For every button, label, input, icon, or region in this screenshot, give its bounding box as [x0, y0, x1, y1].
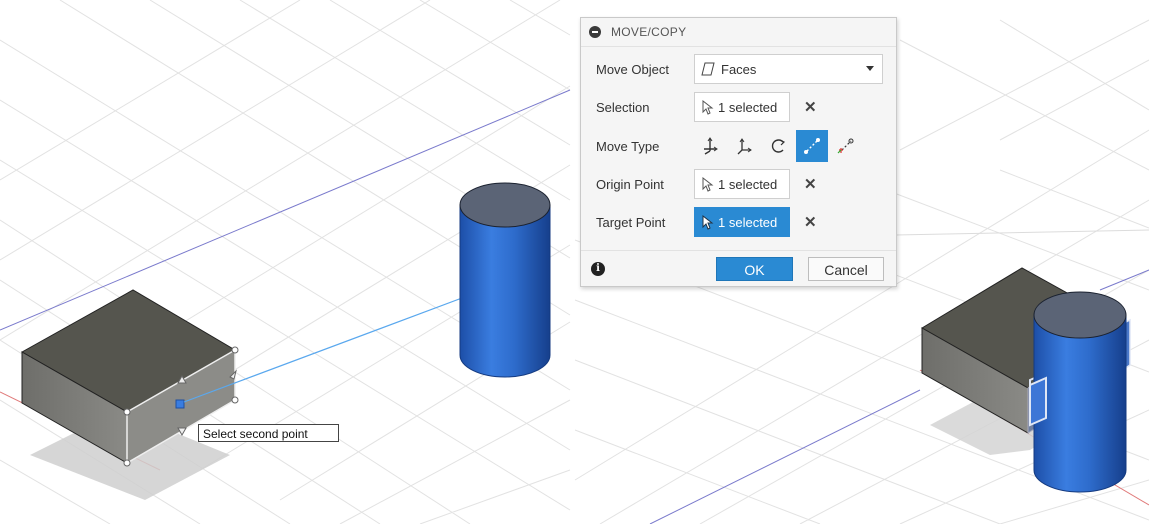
- prompt-tooltip: Select second point: [198, 424, 339, 442]
- row-origin-point: Origin Point 1 selected ✕: [581, 166, 896, 202]
- cursor-arrow-icon: [702, 176, 714, 192]
- clear-origin-point-icon[interactable]: ✕: [804, 175, 817, 193]
- clear-target-point-icon[interactable]: ✕: [804, 213, 817, 231]
- move-type-label: Move Type: [596, 138, 660, 154]
- clear-selection-icon[interactable]: ✕: [804, 98, 817, 116]
- target-point-select-box[interactable]: 1 selected: [694, 207, 790, 237]
- dialog-footer: i OK Cancel: [581, 250, 896, 287]
- target-point-label: Target Point: [596, 214, 666, 230]
- selection-value: 1 selected: [718, 99, 778, 115]
- cursor-arrow-icon: [702, 214, 714, 230]
- move-object-value: Faces: [721, 61, 757, 77]
- chevron-down-icon: [866, 66, 874, 71]
- origin-point-label: Origin Point: [596, 176, 664, 192]
- collapse-icon[interactable]: [589, 26, 601, 38]
- row-selection: Selection 1 selected ✕: [581, 89, 896, 125]
- target-point-value: 1 selected: [718, 214, 778, 230]
- row-move-type: Move Type: [581, 128, 896, 164]
- dialog-header[interactable]: MOVE/COPY: [581, 18, 896, 47]
- dialog-title: MOVE/COPY: [611, 25, 687, 39]
- free-move-icon[interactable]: [694, 130, 726, 162]
- rotate-icon[interactable]: [762, 130, 794, 162]
- point-to-point-icon[interactable]: [796, 130, 828, 162]
- origin-point-value: 1 selected: [718, 176, 778, 192]
- selection-select-box[interactable]: 1 selected: [694, 92, 790, 122]
- info-icon[interactable]: i: [591, 262, 605, 276]
- selection-label: Selection: [596, 99, 650, 115]
- row-target-point: Target Point 1 selected ✕: [581, 204, 896, 240]
- face-icon: [701, 62, 715, 76]
- cylinder-right[interactable]: [1029, 291, 1127, 493]
- cylinder-left[interactable]: [459, 182, 551, 378]
- move-type-buttons: [694, 130, 864, 162]
- move-object-dropdown[interactable]: Faces: [694, 54, 883, 84]
- translate-icon[interactable]: [728, 130, 760, 162]
- cancel-button[interactable]: Cancel: [808, 257, 884, 281]
- row-move-object: Move Object Faces: [581, 51, 896, 87]
- 3d-viewport[interactable]: [0, 0, 1149, 524]
- origin-point-select-box[interactable]: 1 selected: [694, 169, 790, 199]
- ok-button[interactable]: OK: [716, 257, 793, 281]
- cursor-arrow-icon: [702, 99, 714, 115]
- move-object-label: Move Object: [596, 61, 669, 77]
- point-to-position-icon[interactable]: [830, 130, 862, 162]
- move-copy-dialog: MOVE/COPY Move Object Faces Selection 1 …: [580, 17, 897, 287]
